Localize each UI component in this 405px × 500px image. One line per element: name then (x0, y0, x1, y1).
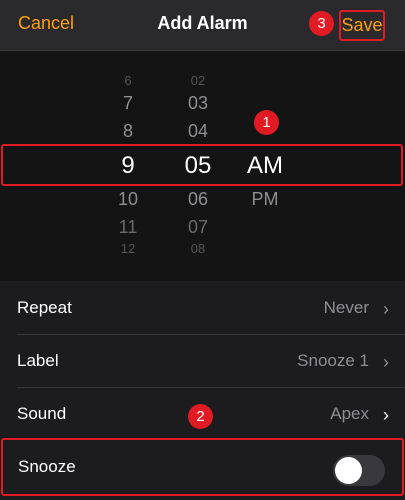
label-label: Label (17, 351, 59, 370)
snooze-row[interactable]: Snooze (1, 438, 404, 496)
toggle-knob (335, 457, 362, 484)
minute-option[interactable]: 02 (158, 73, 238, 88)
hour-option[interactable]: 12 (88, 241, 168, 256)
minute-option[interactable]: 08 (158, 241, 238, 256)
minute-option[interactable]: 06 (158, 189, 238, 210)
repeat-row[interactable]: Repeat Never › (0, 282, 405, 334)
snooze-label: Snooze (18, 457, 76, 476)
label-row[interactable]: Label Snooze 1 › (0, 335, 405, 387)
time-picker[interactable]: 6 7 8 9 10 11 12 02 03 04 05 06 07 08 AM… (0, 51, 405, 281)
hour-option[interactable]: 11 (88, 217, 168, 238)
label-value: Snooze 1 (297, 351, 369, 370)
selection-highlight (1, 144, 403, 186)
hour-option[interactable]: 6 (88, 73, 168, 88)
navigation-bar: Cancel Add Alarm 3 Save (0, 0, 405, 51)
period-option[interactable]: PM (228, 189, 302, 210)
minute-option[interactable]: 04 (158, 121, 238, 142)
chevron-right-icon: › (383, 405, 389, 425)
hour-option[interactable]: 7 (88, 93, 168, 114)
hour-option[interactable]: 8 (88, 121, 168, 142)
sound-label: Sound (17, 404, 67, 423)
chevron-right-icon: › (383, 299, 389, 319)
step-badge-1: 1 (254, 110, 279, 135)
chevron-right-icon: › (383, 352, 389, 372)
repeat-label: Repeat (17, 298, 72, 317)
snooze-toggle[interactable] (333, 455, 385, 486)
sound-value: Apex (330, 404, 369, 423)
step-badge-3: 3 (309, 11, 334, 36)
repeat-value: Never (323, 298, 369, 317)
minute-option[interactable]: 07 (158, 217, 238, 238)
step-badge-2: 2 (188, 404, 213, 429)
save-button[interactable]: Save (339, 10, 385, 41)
minute-option[interactable]: 03 (158, 93, 238, 114)
hour-option[interactable]: 10 (88, 189, 168, 210)
